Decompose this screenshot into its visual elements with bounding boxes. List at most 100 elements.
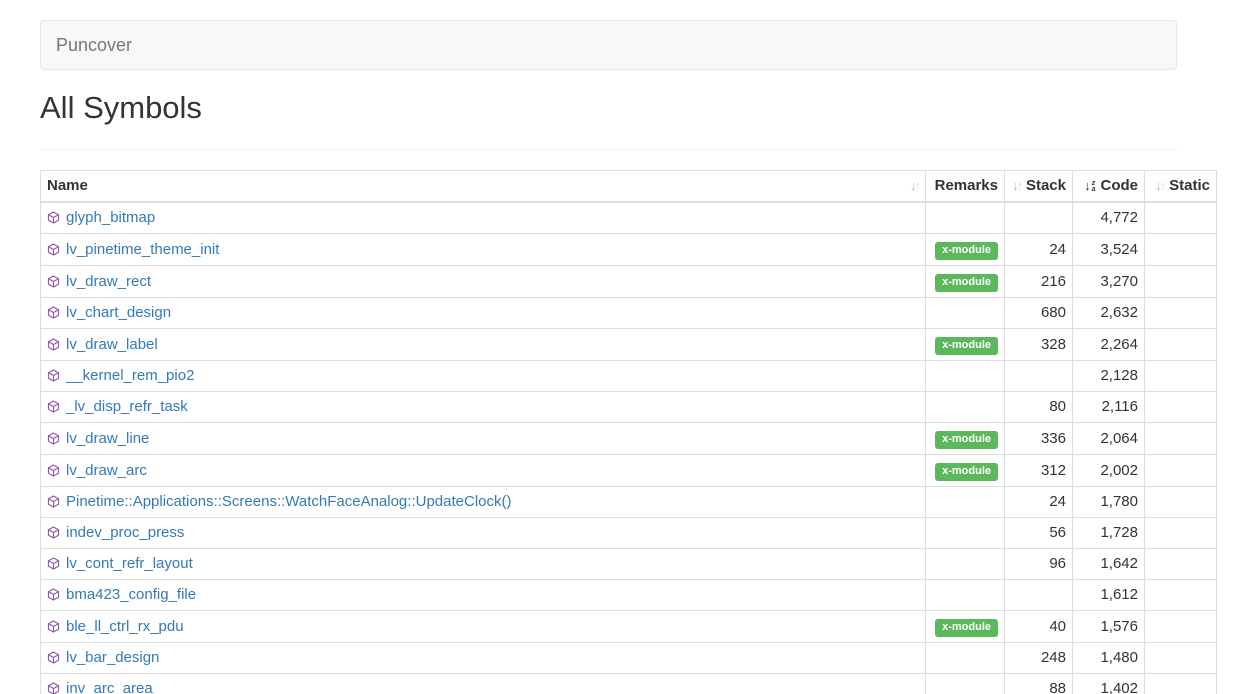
static-value-cell (1145, 298, 1217, 329)
table-row: lv_draw_line x-module3362,064 (41, 423, 1217, 455)
page: Puncover All Symbols Name ↓↑ Remarks (0, 20, 1260, 694)
stack-value-cell (1005, 580, 1073, 611)
symbol-name-cell: _lv_disp_refr_task (41, 392, 926, 423)
remarks-cell (926, 518, 1005, 549)
cube-icon (47, 526, 60, 539)
remarks-cell (926, 487, 1005, 518)
code-value-cell: 2,064 (1073, 423, 1145, 455)
remarks-cell (926, 580, 1005, 611)
remarks-cell: x-module (926, 266, 1005, 298)
column-label-static: Static (1169, 176, 1210, 196)
static-value-cell (1145, 361, 1217, 392)
table-row: lv_draw_rectx-module2163,270 (41, 266, 1217, 298)
symbol-link[interactable]: lv_cont_refr_layout (66, 555, 193, 572)
column-header-name[interactable]: Name ↓↑ (41, 171, 926, 203)
static-value-cell (1145, 392, 1217, 423)
remarks-cell (926, 549, 1005, 580)
remarks-cell: x-module (926, 455, 1005, 487)
sort-both-icon: ↓↑ (910, 176, 919, 196)
x-module-badge: x-module (935, 337, 998, 355)
column-header-stack[interactable]: ↓↑ Stack (1005, 171, 1073, 203)
page-title: All Symbols (40, 90, 1220, 126)
symbol-name-cell: lv_bar_design (41, 643, 926, 674)
symbol-name-cell: lv_pinetime_theme_init (41, 234, 926, 266)
navbar-brand-link[interactable]: Puncover (41, 35, 147, 56)
remarks-cell: x-module (926, 329, 1005, 361)
static-value-cell (1145, 266, 1217, 298)
stack-value-cell: 88 (1005, 674, 1073, 694)
table-row: _lv_disp_refr_task802,116 (41, 392, 1217, 423)
stack-value-cell: 40 (1005, 611, 1073, 643)
symbol-link[interactable]: inv_arc_area (66, 680, 153, 694)
static-value-cell (1145, 487, 1217, 518)
symbol-link[interactable]: lv_pinetime_theme_init (66, 241, 219, 258)
table-row: lv_draw_labelx-module3282,264 (41, 329, 1217, 361)
symbol-link[interactable]: glyph_bitmap (66, 209, 155, 226)
sort-desc-icon: ↓za (1084, 176, 1095, 196)
symbol-name-cell: lv_draw_arc (41, 455, 926, 487)
remarks-cell: x-module (926, 423, 1005, 455)
column-header-static[interactable]: ↓↑ Static (1145, 171, 1217, 203)
stack-value-cell: 56 (1005, 518, 1073, 549)
code-value-cell: 4,772 (1073, 202, 1145, 234)
table-row: __kernel_rem_pio22,128 (41, 361, 1217, 392)
static-value-cell (1145, 455, 1217, 487)
column-header-remarks: Remarks (926, 171, 1005, 203)
remarks-cell (926, 361, 1005, 392)
symbol-name-cell: ble_ll_ctrl_rx_pdu (41, 611, 926, 643)
symbol-link[interactable]: ble_ll_ctrl_rx_pdu (66, 618, 184, 635)
table-row: indev_proc_press561,728 (41, 518, 1217, 549)
symbol-name-cell: lv_draw_line (41, 423, 926, 455)
code-value-cell: 2,632 (1073, 298, 1145, 329)
symbol-name-cell: __kernel_rem_pio2 (41, 361, 926, 392)
symbol-link[interactable]: lv_bar_design (66, 649, 159, 666)
code-value-cell: 2,002 (1073, 455, 1145, 487)
symbol-link[interactable]: __kernel_rem_pio2 (66, 367, 194, 384)
sort-both-icon: ↓↑ (1012, 176, 1021, 196)
symbol-link[interactable]: indev_proc_press (66, 524, 184, 541)
x-module-badge: x-module (935, 242, 998, 260)
cube-icon (47, 400, 60, 413)
cube-icon (47, 495, 60, 508)
static-value-cell (1145, 580, 1217, 611)
cube-icon (47, 464, 60, 477)
static-value-cell (1145, 549, 1217, 580)
code-value-cell: 1,480 (1073, 643, 1145, 674)
code-value-cell: 1,612 (1073, 580, 1145, 611)
symbol-name-cell: lv_chart_design (41, 298, 926, 329)
cube-icon (47, 682, 60, 694)
column-label-code: Code (1101, 176, 1139, 196)
symbol-link[interactable]: lv_draw_arc (66, 462, 147, 479)
cube-icon (47, 588, 60, 601)
symbol-link[interactable]: bma423_config_file (66, 586, 196, 603)
symbol-name-cell: Pinetime::Applications::Screens::WatchFa… (41, 487, 926, 518)
stack-value-cell: 96 (1005, 549, 1073, 580)
symbol-name-cell: lv_cont_refr_layout (41, 549, 926, 580)
table-row: Pinetime::Applications::Screens::WatchFa… (41, 487, 1217, 518)
cube-icon (47, 369, 60, 382)
symbol-link[interactable]: lv_draw_label (66, 336, 158, 353)
x-module-badge: x-module (935, 463, 998, 481)
symbol-link[interactable]: Pinetime::Applications::Screens::WatchFa… (66, 493, 511, 510)
table-header-row: Name ↓↑ Remarks ↓↑ Stack (41, 171, 1217, 203)
static-value-cell (1145, 423, 1217, 455)
stack-value-cell: 80 (1005, 392, 1073, 423)
stack-value-cell: 336 (1005, 423, 1073, 455)
static-value-cell (1145, 234, 1217, 266)
static-value-cell (1145, 643, 1217, 674)
symbol-name-cell: indev_proc_press (41, 518, 926, 549)
symbol-name-cell: glyph_bitmap (41, 202, 926, 234)
symbol-name-cell: inv_arc_area (41, 674, 926, 694)
column-label-remarks: Remarks (935, 176, 998, 196)
column-header-code[interactable]: ↓za Code (1073, 171, 1145, 203)
table-row: glyph_bitmap 4,772 (41, 202, 1217, 234)
symbol-link[interactable]: lv_draw_line (66, 430, 149, 447)
code-value-cell: 1,402 (1073, 674, 1145, 694)
symbol-link[interactable]: lv_chart_design (66, 304, 171, 321)
symbol-link[interactable]: _lv_disp_refr_task (66, 398, 188, 415)
symbol-link[interactable]: lv_draw_rect (66, 273, 151, 290)
stack-value-cell: 680 (1005, 298, 1073, 329)
symbol-name-cell: bma423_config_file (41, 580, 926, 611)
cube-icon (47, 651, 60, 664)
table-row: lv_cont_refr_layout961,642 (41, 549, 1217, 580)
